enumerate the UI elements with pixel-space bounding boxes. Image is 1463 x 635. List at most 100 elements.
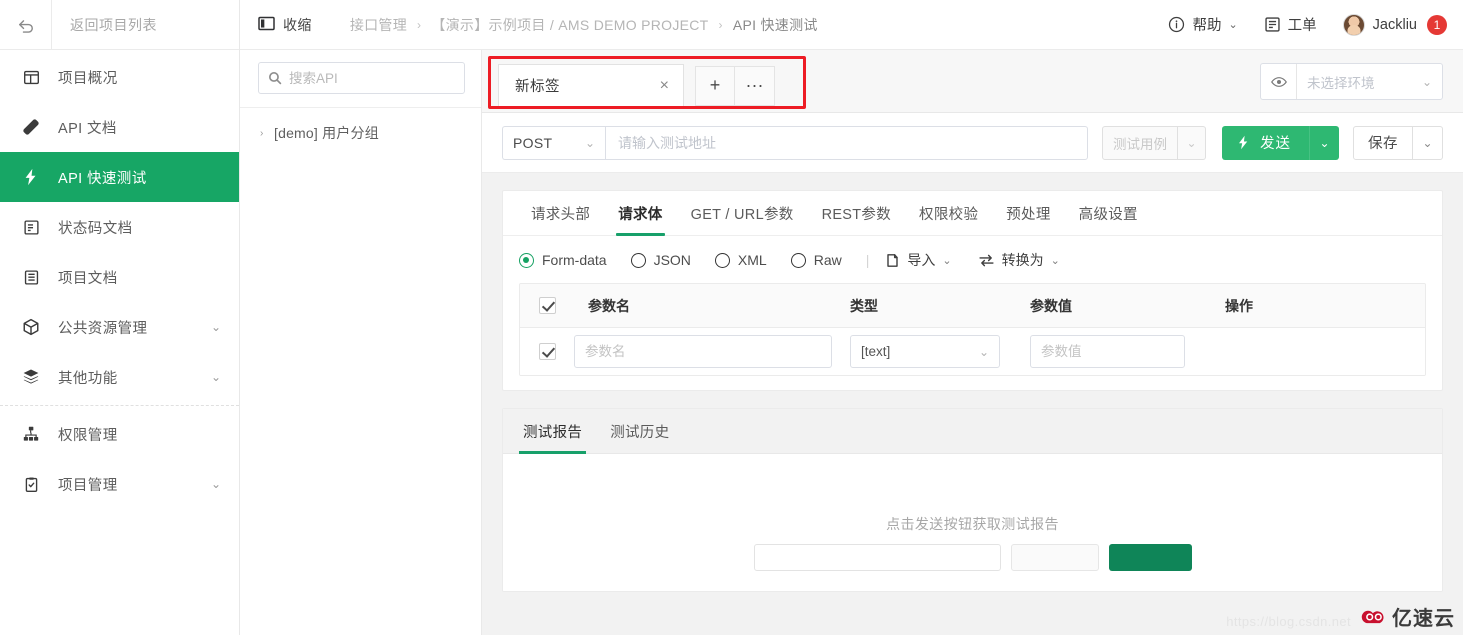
swap-icon — [978, 253, 995, 268]
back-to-project-list-label[interactable]: 返回项目列表 — [52, 15, 157, 35]
import-label: 导入 — [907, 252, 936, 268]
http-method-select[interactable]: POST ⌄ — [502, 125, 605, 160]
file-code-icon — [20, 216, 42, 238]
watermark-brand: 亿速云 — [1392, 608, 1455, 630]
sidebar-item-other-features[interactable]: 其他功能 ⌄ — [0, 352, 239, 402]
cloud-swirl-logo-icon — [1360, 605, 1388, 628]
avatar — [1342, 13, 1365, 36]
save-options-button[interactable]: ⌄ — [1413, 125, 1443, 160]
tab-rest-params[interactable]: REST参数 — [808, 203, 905, 235]
chevron-down-icon: ⌄ — [210, 370, 221, 384]
table-row: [text] ⌄ — [520, 328, 1425, 375]
import-button[interactable]: 导入 ⌄ — [885, 250, 952, 270]
tab-request-body[interactable]: 请求体 — [604, 203, 676, 236]
lightning-icon — [20, 166, 42, 188]
ticket-button[interactable]: 工单 — [1264, 14, 1317, 35]
chevron-down-icon: ⌄ — [210, 477, 221, 491]
help-label: 帮助 — [1192, 18, 1222, 34]
save-button[interactable]: 保存 — [1353, 125, 1413, 160]
sidebar-item-public-resource[interactable]: 公共资源管理 ⌄ — [0, 302, 239, 352]
sidebar-item-permission[interactable]: 权限管理 — [0, 409, 239, 459]
chevron-down-icon: ⌄ — [1421, 74, 1432, 89]
report-placeholder-input[interactable] — [753, 544, 1001, 571]
sidebar-nav: 项目概况 API 文档 API 快速测试 状态码文档 项目文档 公共资源管理 ⌄… — [0, 50, 239, 509]
vertical-scrollbar[interactable] — [1457, 0, 1463, 635]
send-button[interactable]: 发送 — [1222, 125, 1309, 160]
radio-label: JSON — [653, 252, 691, 268]
radio-label: XML — [737, 252, 767, 268]
header-param-name: 参数名 — [588, 297, 630, 314]
url-bar: POST ⌄ 测试用例 ⌄ 发送 — [482, 113, 1463, 173]
testcase-select[interactable]: 测试用例 — [1102, 125, 1178, 160]
help-button[interactable]: 帮助 ⌄ — [1168, 14, 1238, 35]
tab-preprocess[interactable]: 预处理 — [992, 203, 1064, 235]
report-empty-text: 点击发送按钮获取测试报告 — [886, 516, 1059, 532]
test-content-scroll: 请求头部 请求体 GET / URL参数 REST参数 权限校验 预处理 高级设… — [482, 173, 1463, 635]
sidebar-item-status-code-doc[interactable]: 状态码文档 — [0, 202, 239, 252]
tab-request-headers[interactable]: 请求头部 — [517, 203, 604, 235]
testcase-select-group: 测试用例 ⌄ — [1102, 125, 1206, 160]
undo-arrow-icon — [16, 15, 36, 35]
row-param-name-cell — [574, 335, 850, 368]
environment-select[interactable]: 未选择环境 ⌄ — [1260, 63, 1443, 100]
radio-form-data[interactable]: Form-data — [519, 252, 607, 268]
radio-xml[interactable]: XML — [714, 252, 767, 268]
sidebar-item-label: 公共资源管理 — [58, 320, 148, 337]
send-options-button[interactable]: ⌄ — [1309, 125, 1339, 160]
tree-node-demo-user-group[interactable]: › [demo] 用户分组 — [240, 120, 481, 146]
request-tab-new[interactable]: 新标签 × — [498, 63, 684, 108]
more-tabs-button[interactable]: ··· — [735, 65, 775, 106]
url-input[interactable] — [605, 125, 1088, 160]
tab-test-report[interactable]: 测试报告 — [509, 421, 596, 454]
row-checkbox[interactable] — [538, 343, 556, 360]
request-section-tabs: 请求头部 请求体 GET / URL参数 REST参数 权限校验 预处理 高级设… — [503, 191, 1442, 236]
breadcrumb-separator: › — [417, 17, 422, 32]
sidebar-item-api-doc[interactable]: API 文档 — [0, 102, 239, 152]
sidebar-item-project-doc[interactable]: 项目文档 — [0, 252, 239, 302]
chevron-down-icon: ⌄ — [978, 344, 989, 359]
search-box[interactable] — [258, 62, 466, 94]
app-root: 返回项目列表 项目概况 API 文档 API 快速测试 状态码文档 项目文档 公… — [0, 0, 1463, 635]
api-search-area — [240, 50, 481, 108]
tab-test-history[interactable]: 测试历史 — [596, 421, 683, 453]
sidebar-item-project-manage[interactable]: 项目管理 ⌄ — [0, 459, 239, 509]
report-placeholder-button[interactable] — [1010, 544, 1099, 571]
chevron-right-icon[interactable]: › — [260, 128, 274, 139]
api-tree: › [demo] 用户分组 — [240, 108, 481, 146]
radio-raw[interactable]: Raw — [790, 252, 842, 268]
radio-label: Form-data — [542, 252, 607, 268]
param-type-select[interactable]: [text] ⌄ — [850, 335, 1000, 368]
breadcrumb-item-0[interactable]: 接口管理 — [350, 15, 407, 35]
param-name-input[interactable] — [574, 335, 832, 368]
chevron-down-icon[interactable]: ⌄ — [1178, 125, 1206, 160]
collapse-sidebar-button[interactable]: 收缩 — [258, 15, 312, 35]
select-all-checkbox[interactable] — [538, 297, 556, 314]
environment-placeholder: 未选择环境 — [1307, 75, 1375, 91]
sidebar-item-api-quick-test[interactable]: API 快速测试 — [0, 152, 239, 202]
params-table: 参数名 类型 参数值 操作 参数名 [text] ⌄ 参数值 — [519, 283, 1426, 376]
tab-get-url-params[interactable]: GET / URL参数 — [677, 203, 808, 235]
param-value-input[interactable] — [1030, 335, 1185, 368]
radio-label: Raw — [813, 252, 842, 268]
tab-auth-check[interactable]: 权限校验 — [905, 203, 992, 235]
send-button-label: 发送 — [1260, 136, 1291, 152]
api-tree-panel: › [demo] 用户分组 — [240, 50, 482, 635]
tab-advanced[interactable]: 高级设置 — [1065, 203, 1152, 235]
report-placeholder-primary-button[interactable] — [1108, 544, 1192, 571]
main-area: 收缩 接口管理 › 【演示】示例项目 / AMS DEMO PROJECT › … — [240, 0, 1463, 635]
convert-button[interactable]: 转换为 ⌄ — [978, 250, 1060, 270]
breadcrumb-item-2[interactable]: API 快速测试 — [733, 15, 818, 35]
add-tab-button[interactable]: + — [695, 65, 735, 106]
breadcrumb-item-1[interactable]: 【演示】示例项目 / AMS DEMO PROJECT — [431, 15, 708, 35]
radio-json[interactable]: JSON — [630, 252, 691, 268]
user-menu[interactable]: Jackliu 1 — [1342, 13, 1447, 36]
search-input[interactable] — [289, 70, 466, 86]
params-table-header: 参数名 类型 参数值 操作 — [520, 284, 1425, 328]
close-icon[interactable]: × — [658, 77, 671, 94]
sidebar-item-project-overview[interactable]: 项目概况 — [0, 52, 239, 102]
send-button-group: 发送 ⌄ — [1222, 125, 1339, 160]
notification-badge[interactable]: 1 — [1427, 14, 1447, 35]
watermark-url: https://blog.csdn.net — [1226, 614, 1351, 629]
header-param-action: 操作 — [1225, 297, 1253, 314]
back-to-project-list-button[interactable] — [0, 0, 52, 49]
